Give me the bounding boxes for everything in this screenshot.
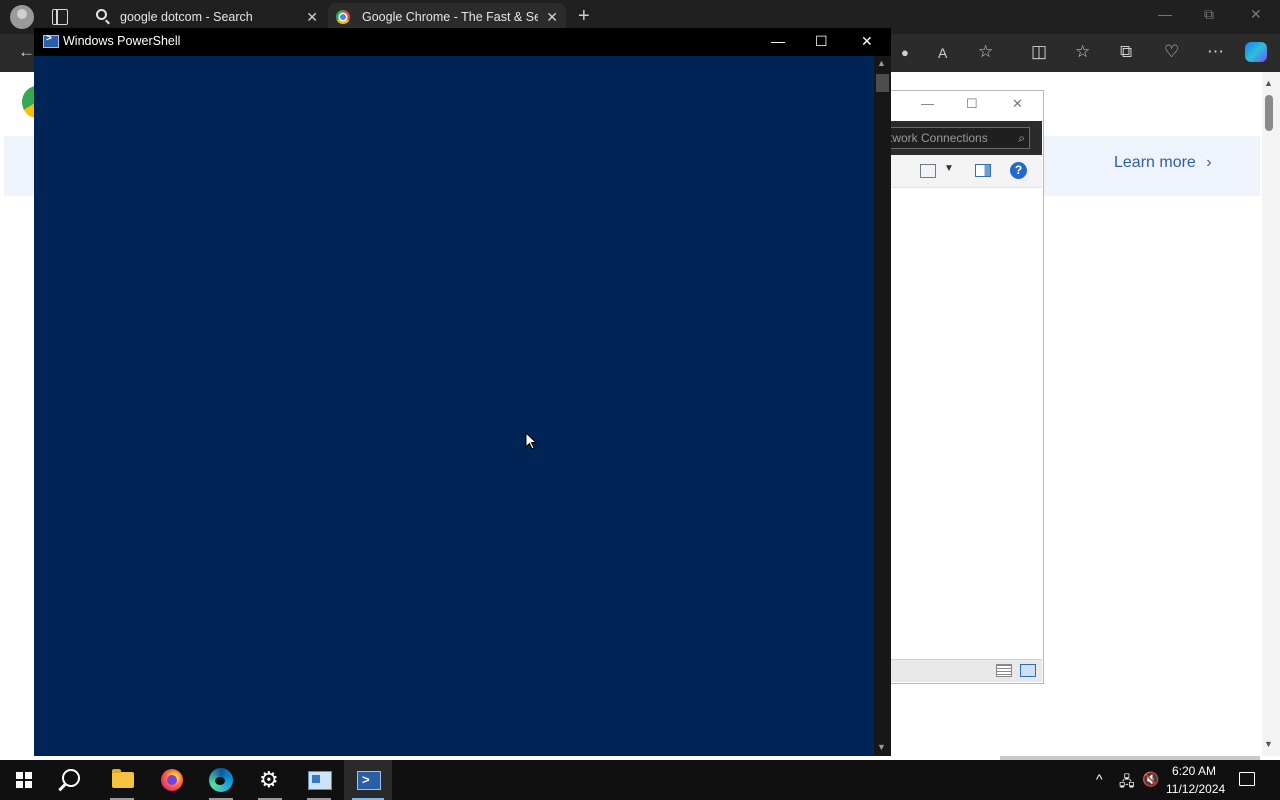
tab-title: google dotcom - Search [120, 10, 253, 24]
network-status-icon[interactable]: 🖧 [1119, 771, 1135, 795]
settings-icon[interactable]: ⚙ [259, 768, 279, 792]
powershell-close-button[interactable]: ✕ [861, 33, 873, 50]
details-view-icon[interactable] [996, 664, 1012, 677]
tab-actions-icon[interactable] [52, 9, 68, 25]
view-options-icon[interactable] [920, 164, 936, 178]
network-status-bar [881, 659, 1042, 682]
network-close-button[interactable]: ✕ [1012, 96, 1023, 112]
scroll-down-icon[interactable]: ▼ [877, 742, 886, 752]
powershell-icon [43, 33, 59, 48]
page-scroll-thumb[interactable] [1265, 95, 1273, 131]
chrome-icon [336, 10, 350, 24]
network-minimize-button[interactable]: — [921, 96, 934, 111]
large-icons-view-icon[interactable] [1020, 664, 1036, 677]
powershell-console[interactable] [34, 28, 891, 756]
location-icon[interactable]: ● [901, 45, 909, 60]
browser-minimize-button[interactable]: — [1158, 6, 1172, 22]
performance-icon[interactable]: ♡ [1164, 42, 1179, 62]
favorites-icon[interactable]: ☆ [1075, 42, 1090, 62]
volume-muted-icon[interactable]: 🔇 [1142, 771, 1159, 788]
back-icon[interactable]: ← [18, 42, 35, 62]
network-connections-icon[interactable] [308, 771, 332, 790]
search-placeholder: twork Connections [889, 131, 988, 145]
learn-more-label: Learn more [1114, 154, 1196, 171]
mouse-cursor-icon [525, 431, 538, 455]
file-explorer-icon[interactable] [112, 769, 134, 788]
search-icon: ⌕ [1018, 131, 1025, 145]
show-hidden-icons-icon[interactable]: ^ [1096, 771, 1103, 787]
new-tab-button[interactable]: + [578, 4, 590, 28]
close-tab-icon[interactable]: ✕ [546, 3, 558, 31]
notifications-icon[interactable] [1239, 772, 1255, 786]
tab-title: Google Chrome - The Fast & Sec [362, 10, 538, 24]
scroll-down-icon[interactable]: ▼ [1264, 739, 1273, 749]
copilot-icon[interactable] [1245, 42, 1267, 62]
search-icon[interactable] [62, 769, 80, 787]
powershell-maximize-button[interactable]: ☐ [815, 33, 828, 50]
help-icon[interactable]: ? [1010, 162, 1027, 179]
firefox-icon[interactable] [161, 769, 183, 791]
chevron-right-icon: › [1206, 154, 1212, 171]
scroll-up-icon[interactable]: ▲ [1264, 78, 1273, 88]
edge-icon[interactable] [209, 768, 233, 792]
preview-pane-icon[interactable] [975, 164, 991, 177]
network-search-input[interactable]: twork Connections ⌕ [884, 127, 1030, 149]
learn-more-link[interactable]: Learn more › [1114, 154, 1212, 172]
taskbar [0, 760, 1280, 800]
powershell-scrollbar[interactable] [874, 56, 891, 756]
search-icon [96, 9, 107, 20]
powershell-icon[interactable]: > [357, 771, 381, 790]
close-tab-icon[interactable]: ✕ [306, 3, 318, 31]
page-scrollbar[interactable] [1262, 72, 1280, 756]
collections-icon[interactable]: ⧉ [1120, 42, 1132, 62]
powershell-minimize-button[interactable]: — [771, 33, 785, 49]
scroll-up-icon[interactable]: ▲ [877, 58, 886, 68]
network-maximize-button[interactable]: ☐ [966, 96, 978, 112]
split-screen-icon[interactable]: ◫ [1031, 42, 1047, 62]
powershell-scroll-thumb[interactable] [876, 74, 889, 92]
read-aloud-icon[interactable]: A [938, 45, 947, 61]
clock-date[interactable]: 11/12/2024 [1166, 782, 1225, 796]
browser-close-button[interactable]: ✕ [1250, 6, 1262, 23]
favorite-icon[interactable]: ☆ [978, 42, 993, 62]
chevron-down-icon[interactable]: ▼ [944, 163, 954, 174]
start-icon[interactable] [16, 772, 32, 788]
profile-avatar-icon[interactable] [10, 5, 34, 29]
powershell-title: Windows PowerShell [63, 34, 181, 48]
clock-time[interactable]: 6:20 AM [1172, 764, 1216, 778]
browser-restore-button[interactable]: ⧉ [1204, 6, 1214, 23]
more-icon[interactable]: ⋯ [1207, 42, 1224, 62]
